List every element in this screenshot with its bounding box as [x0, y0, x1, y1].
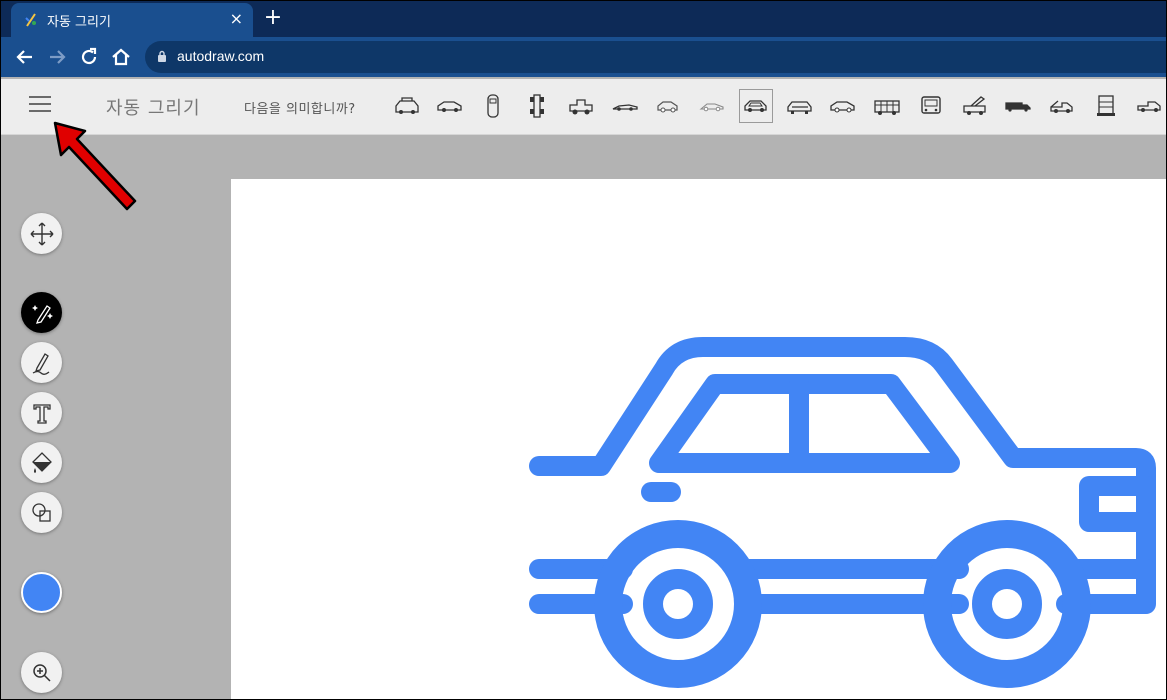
back-icon[interactable]: [13, 45, 37, 69]
address-bar[interactable]: autodraw.com: [145, 41, 1166, 73]
police-car-icon[interactable]: [390, 89, 424, 123]
lock-icon: [158, 50, 166, 62]
zoom-icon: [32, 663, 51, 682]
car-sedan-icon[interactable]: [433, 89, 467, 123]
type-icon: [32, 403, 51, 424]
hatchback-icon[interactable]: [826, 89, 860, 123]
forward-icon[interactable]: [45, 45, 69, 69]
crane-truck-icon[interactable]: [958, 89, 992, 123]
coupe-icon[interactable]: [695, 89, 729, 123]
screen: 자동 그리기 × + autodraw.com 자동 그리기 다음을 의미합니까…: [0, 0, 1167, 700]
reload-icon[interactable]: [77, 45, 101, 69]
semi-truck-icon[interactable]: [1089, 89, 1123, 123]
truck-icon[interactable]: [1001, 89, 1035, 123]
app-title: 자동 그리기: [106, 98, 201, 119]
car-drawing[interactable]: [231, 179, 1166, 699]
car-front-icon[interactable]: [739, 89, 773, 123]
move-tool-button[interactable]: [21, 213, 62, 254]
draw-tool-button[interactable]: [21, 342, 62, 383]
sports-car-icon[interactable]: [608, 89, 642, 123]
url-text: autodraw.com: [177, 48, 265, 64]
autodraw-favicon-icon: [25, 13, 36, 27]
pickup-icon[interactable]: [1133, 89, 1166, 123]
draw-icon: [32, 352, 49, 375]
zoom-tool-button[interactable]: [21, 652, 62, 693]
shape-tool-button[interactable]: [21, 492, 62, 533]
browser-toolbar: autodraw.com: [1, 37, 1166, 77]
shape-icon: [31, 502, 51, 522]
hamburger-menu-icon[interactable]: [29, 96, 51, 114]
autodraw-tool-button[interactable]: [21, 292, 62, 333]
annotation-arrow: [53, 121, 137, 211]
suggestion-prompt: 다음을 의미합니까?: [244, 102, 356, 117]
color-swatch-button[interactable]: [21, 572, 62, 613]
tab-close-icon[interactable]: ×: [230, 9, 243, 28]
type-tool-button[interactable]: [21, 392, 62, 433]
sedan-icon[interactable]: [783, 89, 817, 123]
home-icon[interactable]: [109, 45, 133, 69]
race-car-icon[interactable]: [520, 89, 554, 123]
fill-tool-button[interactable]: [21, 442, 62, 483]
browser-tab-bar: 자동 그리기 × +: [1, 1, 1166, 37]
app-header: 자동 그리기 다음을 의미합니까?: [1, 79, 1166, 135]
bus-front-icon[interactable]: [914, 89, 948, 123]
car-topview-icon[interactable]: [476, 89, 510, 123]
move-icon: [30, 222, 53, 245]
tab-title: 자동 그리기: [47, 15, 111, 30]
small-car-icon[interactable]: [651, 89, 685, 123]
new-tab-button[interactable]: +: [263, 5, 283, 31]
tractor-icon[interactable]: [564, 89, 598, 123]
tow-truck-icon[interactable]: [1045, 89, 1079, 123]
fire-truck-icon[interactable]: [870, 89, 904, 123]
fill-icon: [31, 451, 52, 473]
autodraw-icon: [31, 304, 53, 324]
drawing-canvas[interactable]: [231, 179, 1166, 699]
browser-tab[interactable]: 자동 그리기 ×: [11, 3, 253, 37]
